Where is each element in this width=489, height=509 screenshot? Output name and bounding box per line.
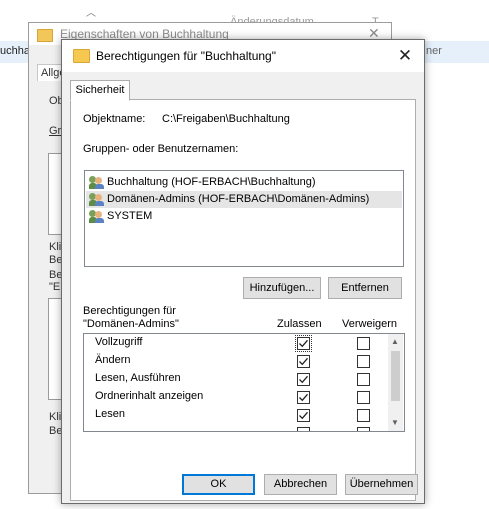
checkmark-icon	[299, 393, 308, 402]
deny-column-header: Verweigern	[342, 318, 398, 330]
explorer-row-name: uchha	[0, 45, 30, 57]
checkmark-icon	[299, 339, 308, 348]
scroll-up-icon[interactable]: ▲	[391, 337, 399, 346]
group-item-label: SYSTEM	[107, 210, 153, 222]
groups-listbox[interactable]: Buchhaltung (HOF-ERBACH\Buchhaltung) Dom…	[84, 170, 404, 267]
apply-button[interactable]: Übernehmen	[345, 474, 418, 495]
remove-button[interactable]: Entfernen	[328, 277, 402, 299]
scrollbar-thumb[interactable]	[391, 351, 400, 401]
permissions-for-principal: "Domänen-Admins"	[83, 318, 179, 330]
allow-checkbox-full-control[interactable]	[295, 335, 312, 352]
groups-label: Gruppen- oder Benutzernamen:	[83, 143, 239, 155]
permission-name: Ändern	[95, 354, 131, 366]
allow-checkbox-partial[interactable]	[297, 427, 310, 431]
permission-name: Ordnerinhalt anzeigen	[95, 390, 204, 402]
deny-checkbox-list-folder[interactable]	[357, 391, 370, 404]
user-group-icon	[89, 210, 104, 223]
allow-checkbox-modify[interactable]	[297, 355, 310, 368]
allow-column-header: Zulassen	[277, 318, 322, 330]
scroll-down-icon[interactable]: ▼	[391, 418, 399, 427]
permission-row: Ändern	[84, 352, 387, 370]
explorer-row-type: ner	[426, 45, 442, 57]
label-fragment: Gr	[49, 125, 62, 137]
permission-row: Ordnerinhalt anzeigen	[84, 388, 387, 406]
deny-checkbox-modify[interactable]	[357, 355, 370, 368]
dialog-title: Berechtigungen für "Buchhaltung"	[96, 49, 276, 63]
folder-icon	[73, 49, 90, 63]
permission-row: Vollzugriff	[84, 334, 387, 352]
dialog-titlebar: Berechtigungen für "Buchhaltung" ✕	[62, 40, 424, 72]
user-group-icon	[89, 193, 104, 206]
allow-checkbox-list-folder[interactable]	[297, 391, 310, 404]
close-icon: ✕	[397, 46, 413, 65]
group-item-label: Domänen-Admins (HOF-ERBACH\Domänen-Admin…	[107, 193, 370, 205]
permission-name: Vollzugriff	[95, 336, 143, 348]
group-item-label: Buchhaltung (HOF-ERBACH\Buchhaltung)	[107, 176, 316, 188]
deny-checkbox-read[interactable]	[357, 409, 370, 422]
permissions-list[interactable]: Vollzugriff Ändern Lesen, Ausführen Ordn…	[83, 333, 405, 432]
group-item-system[interactable]: SYSTEM	[86, 208, 402, 225]
label-fragment: "E	[49, 281, 61, 293]
permission-row: Lesen, Ausführen	[84, 370, 387, 388]
deny-checkbox-partial[interactable]	[357, 427, 370, 431]
permission-name: Lesen	[95, 408, 125, 420]
user-group-icon	[89, 176, 104, 189]
checkmark-icon	[299, 411, 308, 420]
ok-button[interactable]: OK	[182, 474, 255, 495]
label-fragment: Kli	[49, 411, 62, 423]
sort-chevron-icon: ︿	[86, 8, 96, 19]
security-tab-panel	[70, 99, 416, 501]
permissions-for-label: Berechtigungen für	[83, 305, 176, 317]
permission-row: Lesen	[84, 406, 387, 424]
group-item-domain-admins[interactable]: Domänen-Admins (HOF-ERBACH\Domänen-Admin…	[86, 191, 402, 208]
allow-checkbox-read[interactable]	[297, 409, 310, 422]
object-name-label: Objektname:	[83, 113, 146, 125]
permission-row-partial	[84, 424, 387, 431]
checkmark-icon	[299, 357, 308, 366]
label-fragment: Kli	[49, 241, 62, 253]
checkmark-icon	[299, 375, 308, 384]
cancel-button[interactable]: Abbrechen	[264, 474, 337, 495]
allow-checkbox-read-execute[interactable]	[297, 373, 310, 386]
permissions-dialog: Berechtigungen für "Buchhaltung" ✕ Siche…	[61, 39, 425, 504]
permission-name: Lesen, Ausführen	[95, 372, 181, 384]
add-button[interactable]: Hinzufügen...	[243, 277, 321, 299]
folder-icon	[37, 29, 53, 42]
group-item-buchhaltung[interactable]: Buchhaltung (HOF-ERBACH\Buchhaltung)	[86, 174, 402, 191]
object-name-value: C:\Freigaben\Buchhaltung	[162, 113, 290, 125]
tab-security[interactable]: Sicherheit	[70, 80, 130, 101]
deny-checkbox-full-control[interactable]	[357, 337, 370, 350]
deny-checkbox-read-execute[interactable]	[357, 373, 370, 386]
close-button[interactable]: ✕	[392, 43, 418, 69]
